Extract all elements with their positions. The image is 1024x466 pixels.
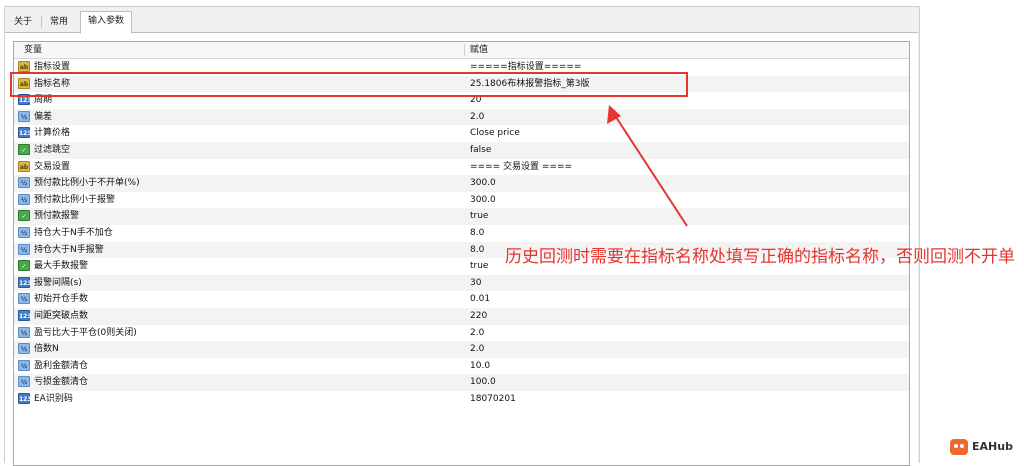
parameter-name: 预付款报警 — [34, 211, 80, 222]
parameter-value[interactable]: 10.0 — [470, 358, 490, 374]
parameter-value[interactable]: 2.0 — [470, 109, 484, 125]
double-type-icon: ½ — [18, 326, 30, 338]
annotation-text: 历史回测时需要在指标名称处填写正确的指标名称，否则回测不开单 — [505, 247, 1015, 267]
parameter-value[interactable]: 220 — [470, 308, 487, 324]
parameter-name: 报警间隔(s) — [34, 277, 82, 288]
column-header-value[interactable]: 赋值 — [470, 42, 488, 58]
tab-inputs[interactable]: 输入参数 — [80, 11, 133, 34]
parameter-value[interactable]: 300.0 — [470, 175, 496, 191]
tab-bar: 关于 常用 输入参数 — [5, 11, 919, 34]
parameter-row[interactable]: ab 交易设置 ==== 交易设置 ==== — [14, 159, 909, 176]
double-type-icon: ½ — [18, 193, 30, 205]
parameter-name: 指标名称 — [34, 78, 71, 89]
parameter-row[interactable]: ✓ 过滤跳空 false — [14, 141, 909, 159]
parameter-row[interactable]: ½ 盈亏比大于平仓(0则关闭) 2.0 — [14, 325, 909, 342]
double-type-icon: ½ — [18, 226, 30, 238]
parameter-row[interactable]: ½ 偏差 2.0 — [14, 108, 909, 126]
parameter-name: 倍数N — [34, 344, 59, 355]
parameter-row[interactable]: ½ 盈利金额清仓 10.0 — [14, 358, 909, 375]
integer-type-icon: 123 — [18, 392, 32, 404]
properties-window: 关于 常用 输入参数 变量 赋值 ab 指标设置 =====指标设置===== ab 指… — [4, 6, 920, 466]
double-type-icon: ½ — [18, 110, 30, 122]
parameter-row[interactable]: ½ 倍数N 2.0 — [14, 341, 909, 358]
string-type-icon: ab — [18, 160, 30, 172]
integer-type-icon: 123 — [18, 127, 32, 139]
logo-text: EAHub — [972, 440, 1013, 453]
double-type-icon: ½ — [18, 376, 30, 388]
parameter-name: 计算价格 — [34, 128, 71, 139]
parameter-value[interactable]: 18070201 — [470, 391, 516, 407]
column-header-variable[interactable]: 变量 — [24, 42, 42, 58]
grid-header: 变量 赋值 — [14, 42, 909, 59]
parameter-value[interactable]: true — [470, 208, 488, 224]
parameter-value[interactable]: 2.0 — [470, 325, 484, 341]
parameter-name: 偏差 — [34, 111, 53, 122]
parameter-row[interactable]: 123 EA识别码 18070201 — [14, 391, 909, 408]
boolean-type-icon: ✓ — [18, 143, 30, 155]
parameter-value[interactable]: 100.0 — [470, 374, 496, 390]
string-type-icon: ab — [18, 61, 30, 72]
column-separator[interactable] — [464, 44, 465, 56]
parameter-row[interactable]: ½ 初始开仓手数 0.01 — [14, 291, 909, 308]
parameter-name: 预付款比例小于报警 — [34, 194, 116, 205]
parameter-row[interactable]: 123 计算价格 Close price — [14, 125, 909, 142]
tab-about[interactable]: 关于 — [7, 13, 39, 31]
integer-type-icon: 123 — [18, 94, 32, 106]
parameter-value[interactable]: 30 — [470, 275, 481, 291]
boolean-type-icon: ✓ — [18, 260, 30, 272]
parameter-name: 交易设置 — [34, 161, 71, 172]
integer-type-icon: 123 — [18, 276, 32, 288]
double-type-icon: ½ — [18, 177, 30, 189]
parameter-row[interactable]: ✓ 预付款报警 true — [14, 208, 909, 225]
double-type-icon: ½ — [18, 243, 30, 255]
parameter-name: 持仓大于N手报警 — [34, 244, 104, 255]
double-type-icon: ½ — [18, 293, 30, 305]
parameter-name: 初始开仓手数 — [34, 294, 89, 305]
parameter-row[interactable]: ½ 亏损金额清仓 100.0 — [14, 374, 909, 391]
parameter-row[interactable]: ½ 预付款比例小于报警 300.0 — [14, 192, 909, 209]
tab-common[interactable]: 常用 — [43, 13, 75, 31]
parameter-row[interactable]: 123 周期 20 — [14, 92, 909, 109]
parameter-row[interactable]: 123 间距突破点数 220 — [14, 307, 909, 325]
parameter-value[interactable]: =====指标设置===== — [470, 59, 581, 75]
parameter-name: 预付款比例小于不开单(%) — [34, 178, 140, 189]
parameter-name: 指标设置 — [34, 62, 71, 72]
parameter-name: 间距突破点数 — [34, 310, 89, 321]
parameter-row[interactable]: ½ 预付款比例小于不开单(%) 300.0 — [14, 175, 909, 192]
parameter-value[interactable]: false — [470, 142, 491, 158]
boolean-type-icon: ✓ — [18, 210, 30, 222]
parameter-row[interactable]: ab 指标名称 25.1806布林报警指标_第3版 — [14, 75, 909, 93]
string-type-icon: ab — [18, 77, 30, 89]
parameter-row[interactable]: ½ 持仓大于N手不加仓 8.0 — [14, 225, 909, 242]
parameter-value[interactable]: 0.01 — [470, 291, 490, 307]
parameter-value[interactable]: 8.0 — [470, 225, 484, 241]
parameter-name: 过滤跳空 — [34, 144, 71, 155]
double-type-icon: ½ — [18, 343, 30, 355]
tab-separator — [41, 16, 42, 28]
parameter-row[interactable]: ab 指标设置 =====指标设置===== — [14, 59, 909, 76]
parameter-name: 最大手数报警 — [34, 261, 89, 272]
parameter-value[interactable]: true — [470, 258, 488, 274]
parameter-value[interactable]: 25.1806布林报警指标_第3版 — [470, 76, 589, 92]
eahub-logo-icon — [950, 439, 968, 455]
parameter-name: 盈利金额清仓 — [34, 360, 89, 371]
parameter-value[interactable]: 8.0 — [470, 242, 484, 258]
parameter-rows: ab 指标设置 =====指标设置===== ab 指标名称 25.1806布林报警指标_… — [14, 59, 909, 407]
parameter-name: EA识别码 — [34, 393, 73, 404]
parameter-value[interactable]: 20 — [470, 92, 481, 108]
parameter-name: 亏损金额清仓 — [34, 377, 89, 388]
parameter-row[interactable]: 123 报警间隔(s) 30 — [14, 274, 909, 292]
parameter-value[interactable]: 300.0 — [470, 192, 496, 208]
parameter-value[interactable]: Close price — [470, 125, 520, 141]
parameter-value[interactable]: 2.0 — [470, 341, 484, 357]
parameter-name: 盈亏比大于平仓(0则关闭) — [34, 327, 137, 338]
parameter-name: 持仓大于N手不加仓 — [34, 227, 113, 238]
double-type-icon: ½ — [18, 359, 30, 371]
parameter-value[interactable]: ==== 交易设置 ==== — [470, 159, 572, 175]
parameter-name: 周期 — [34, 95, 53, 106]
integer-type-icon: 123 — [18, 309, 32, 321]
eahub-logo: EAHub — [950, 438, 1013, 456]
